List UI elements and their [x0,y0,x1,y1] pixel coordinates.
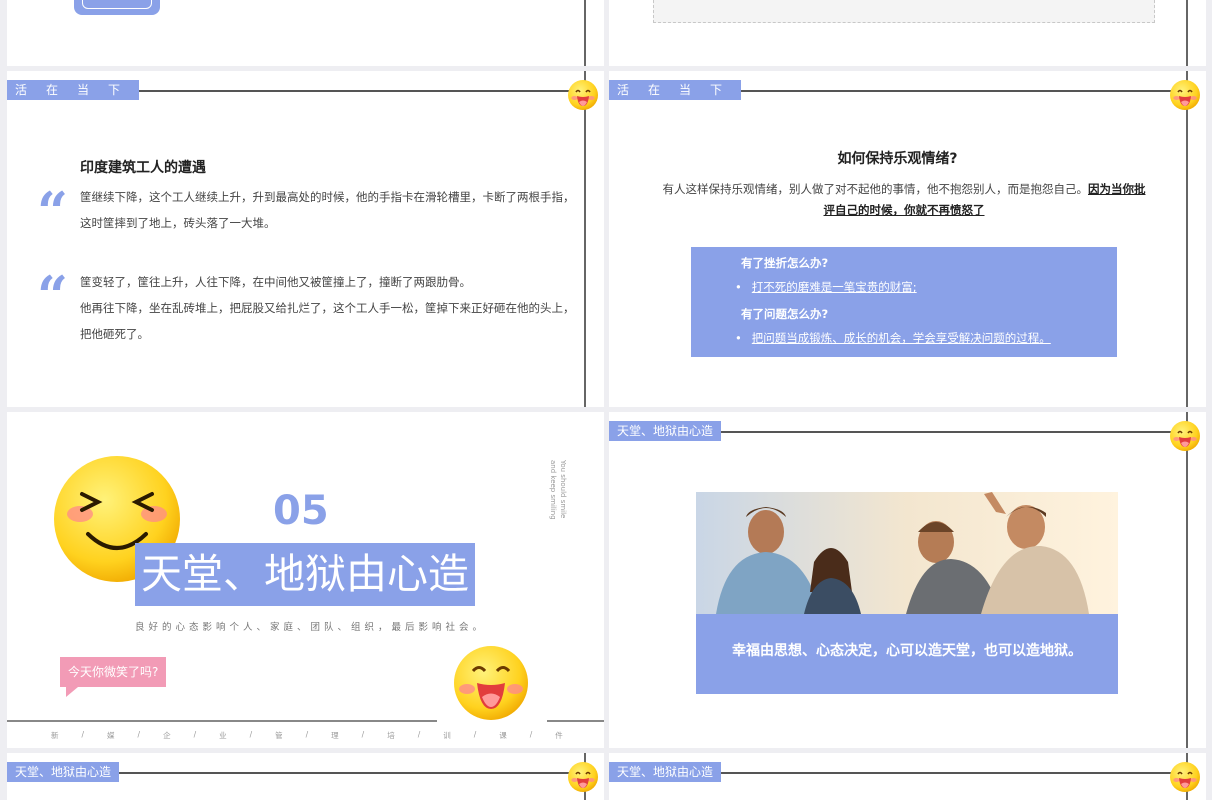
header-rule [117,90,572,92]
laughing-emoji-icon [1169,761,1201,793]
slide-stay-optimistic: 活在当下 如何保持乐观情绪? 有人这样保持乐观情绪，别人做了对不起他的事情，他不… [609,71,1206,407]
section-subtitle: 良好的心态影响个人、家庭、团队、组织，最后影响社会。 [135,622,487,633]
header-rule [719,431,1174,433]
slide-top-left [7,0,604,66]
rounded-button-shape [74,0,160,15]
section-tag: 活在当下 [7,80,140,100]
header-rule [117,772,572,774]
laughing-emoji-icon [567,79,599,111]
header-rule [719,772,1174,774]
header-rule [719,90,1174,92]
tips-box: 有了挫折怎么办? • 打不死的磨难是一笔宝贵的财富; 有了问题怎么办? • 把问题当… [691,247,1117,357]
section-tag: 活在当下 [609,80,742,100]
paragraph-2: 筐变轻了，筐往上升，人往下降，在中间他又被筐撞上了，撞断了两跟肋骨。 他再往下降… [80,275,575,341]
slide-title: 印度建筑工人的遭遇 [80,160,206,176]
slide-bottom-right: 天堂、地狱由心造 [609,753,1206,800]
paragraph-1: 筐继续下降，这个工人继续上升，升到最高处的时候，他的手指卡在滑轮槽里，卡断了两根… [80,190,575,230]
vertical-rule [1186,412,1188,748]
quote-mark-icon: “ [37,180,69,244]
slide-indian-worker: 活在当下 印度建筑工人的遭遇 “ 筐继续下降，这个工人继续上升，升到最高处的时候… [7,71,604,407]
smiling-emoji-icon [454,646,528,720]
slide-top-right [609,0,1206,66]
section-tag: 天堂、地狱由心造 [609,762,722,782]
placeholder-box [653,0,1155,23]
caption-text: 幸福由思想、心态决定，心可以造天堂，也可以造地狱。 [732,643,1082,659]
vertical-rule [1186,0,1188,66]
section-tag: 天堂、地狱由心造 [7,762,120,782]
vertical-rule [1186,71,1188,407]
footer-rule-right [547,720,604,722]
section-number: 05 [273,488,329,534]
friends-photo [696,492,1118,614]
slide-heaven-hell-photo: 天堂、地狱由心造 幸福由思想、心态决定，心可以造天堂，也可以造地狱。 [609,412,1206,748]
vertical-rule [584,0,586,66]
vertical-slogan: You should smile and keep smiling [549,460,567,520]
laughing-emoji-icon [567,761,599,793]
laughing-emoji-icon [1169,420,1201,452]
quote-mark-icon: “ [37,264,69,328]
speech-bubble: 今天你微笑了吗? [60,657,167,697]
intro-text: 有人这样保持乐观情绪，别人做了对不起他的事情，他不抱怨别人，而是抱怨自己。因为当… [662,182,1146,217]
section-tag: 天堂、地狱由心造 [609,421,722,441]
laughing-emoji-icon [1169,79,1201,111]
slide-title: 如何保持乐观情绪? [837,151,958,167]
vertical-rule [584,71,586,407]
slide-bottom-left: 天堂、地狱由心造 [7,753,604,800]
section-title: 天堂、地狱由心造 [135,543,475,606]
footer-slogan: 新 / 媒 / 企 / 业 / 管 / 理 / 培 / 训 / 课 / 件 [51,730,563,740]
slide-section-cover: 05 You should smile and keep smiling 天堂、… [7,412,604,748]
footer-rule-left [7,720,437,722]
